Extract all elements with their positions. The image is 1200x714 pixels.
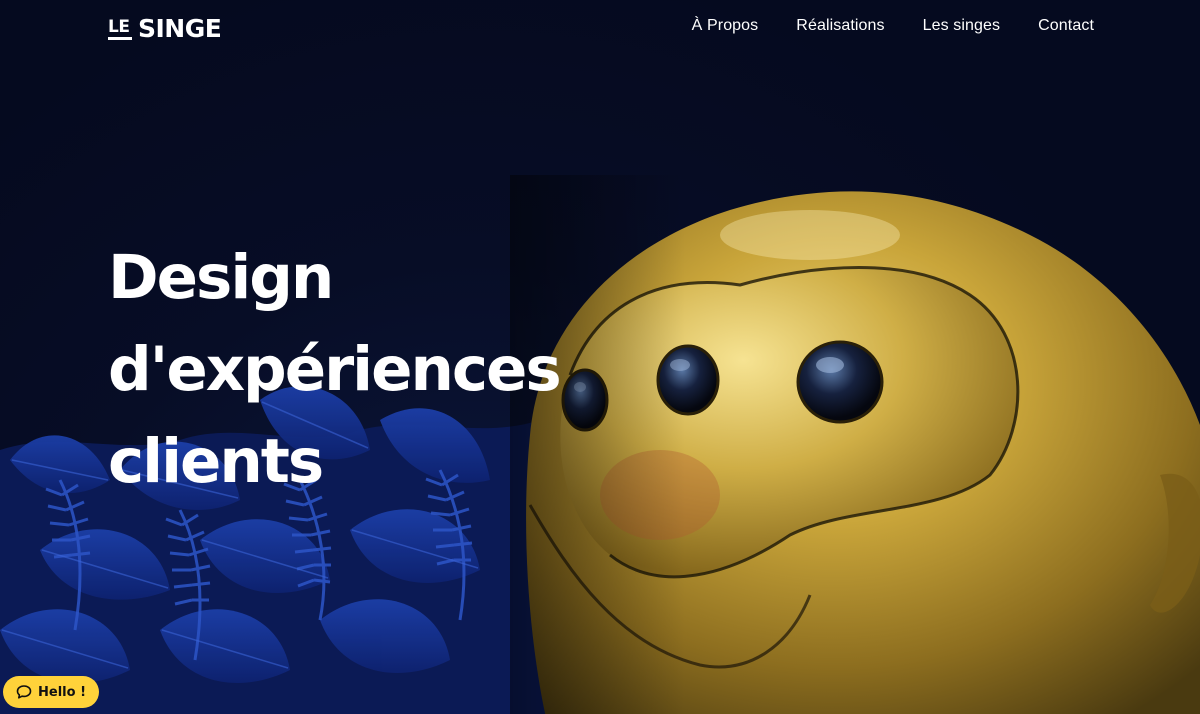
logo-underline bbox=[108, 36, 132, 40]
hero-line-2: d'expériences bbox=[108, 334, 562, 405]
hero-line-3: clients bbox=[108, 426, 324, 497]
nav-item-a-propos[interactable]: À Propos bbox=[692, 17, 759, 35]
nav-item-les-singes[interactable]: Les singes bbox=[923, 17, 1001, 35]
logo-wordmark: SINGE bbox=[138, 14, 222, 43]
chat-bubble-icon bbox=[16, 685, 32, 699]
golden-monkey-sculpture bbox=[510, 175, 1200, 714]
hero-heading: Design d'expériences clients bbox=[108, 232, 562, 508]
nav-item-realisations[interactable]: Réalisations bbox=[796, 17, 884, 35]
chat-button-label: Hello ! bbox=[38, 684, 86, 700]
logo-le-mark: LE bbox=[108, 16, 132, 40]
logo-le-text: LE bbox=[108, 16, 130, 37]
hero-line-1: Design bbox=[108, 242, 334, 313]
homepage: LE SINGE À Propos Réalisations Les singe… bbox=[0, 0, 1200, 714]
chat-button[interactable]: Hello ! bbox=[3, 676, 99, 708]
main-nav: À Propos Réalisations Les singes Contact bbox=[692, 17, 1094, 35]
logo[interactable]: LE SINGE bbox=[108, 14, 222, 43]
nav-item-contact[interactable]: Contact bbox=[1038, 17, 1094, 35]
site-header: LE SINGE À Propos Réalisations Les singe… bbox=[0, 0, 1200, 60]
